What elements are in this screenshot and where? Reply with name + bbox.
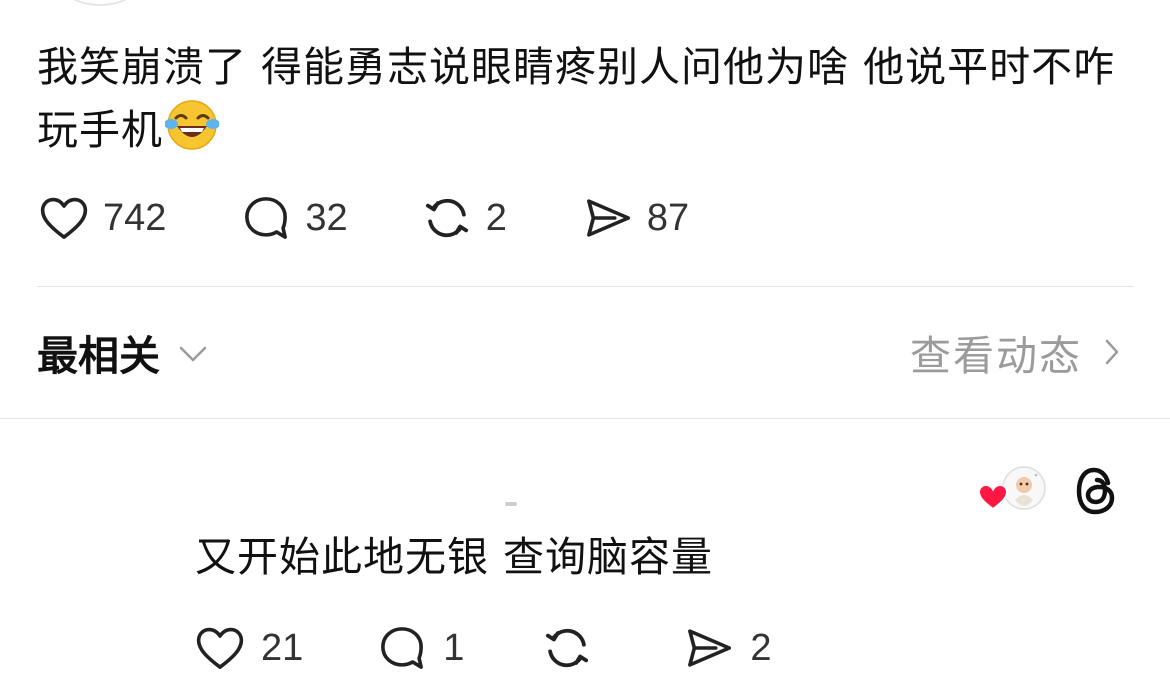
tears-of-joy-emoji-icon xyxy=(165,100,219,150)
post-action-bar: 742 32 2 87 xyxy=(37,188,689,248)
comment-icon xyxy=(245,197,288,239)
reply-repost-button[interactable] xyxy=(540,621,608,675)
like-count: 742 xyxy=(103,196,167,239)
reply-button[interactable]: 32 xyxy=(239,191,348,245)
threads-icon[interactable] xyxy=(1074,464,1120,518)
reply-share-count: 2 xyxy=(750,626,772,669)
reply-reply-count: 1 xyxy=(443,626,465,669)
sort-dropdown[interactable]: 最相关 xyxy=(37,322,208,382)
section-divider xyxy=(0,418,1170,419)
view-activity-link[interactable]: 查看动态 xyxy=(910,322,1120,382)
reply-item: 又开始此地无银 查询脑容量 21 1 2 xyxy=(0,420,1170,689)
repost-button[interactable]: 2 xyxy=(420,191,507,245)
reply-reply-button[interactable]: 1 xyxy=(375,621,464,675)
chevron-down-icon xyxy=(179,346,207,362)
chevron-right-icon xyxy=(1105,339,1119,365)
repost-count: 2 xyxy=(485,196,507,239)
view-activity-label: 查看动态 xyxy=(910,332,1082,380)
reply-like-button[interactable]: 21 xyxy=(193,621,303,675)
share-icon xyxy=(586,199,630,237)
like-button[interactable]: 742 xyxy=(37,191,166,245)
reply-like-count: 21 xyxy=(261,626,304,669)
reply-action-bar: 21 1 2 xyxy=(193,618,772,678)
reply-text: 又开始此地无银 查询脑容量 xyxy=(195,533,714,581)
previous-avatar-edge xyxy=(62,0,138,6)
post-text: 我笑崩溃了 得能勇志说眼睛疼别人问他为啥 他说平时不咋玩手机 xyxy=(37,36,1137,161)
repost-icon xyxy=(546,628,589,668)
heart-icon xyxy=(196,627,244,669)
share-icon xyxy=(688,629,732,667)
repost-icon xyxy=(425,198,468,238)
faded-mark xyxy=(505,502,517,506)
heart-icon xyxy=(40,197,88,239)
avatar-with-heart-icon xyxy=(977,466,1046,511)
post-divider xyxy=(37,286,1134,287)
reply-share-button[interactable]: 2 xyxy=(682,621,772,675)
sort-label: 最相关 xyxy=(37,332,160,380)
liked-avatar[interactable] xyxy=(977,466,1048,516)
share-count: 87 xyxy=(646,196,690,239)
reply-count: 32 xyxy=(305,196,348,239)
share-button[interactable]: 87 xyxy=(581,191,689,245)
comment-icon xyxy=(381,627,424,669)
